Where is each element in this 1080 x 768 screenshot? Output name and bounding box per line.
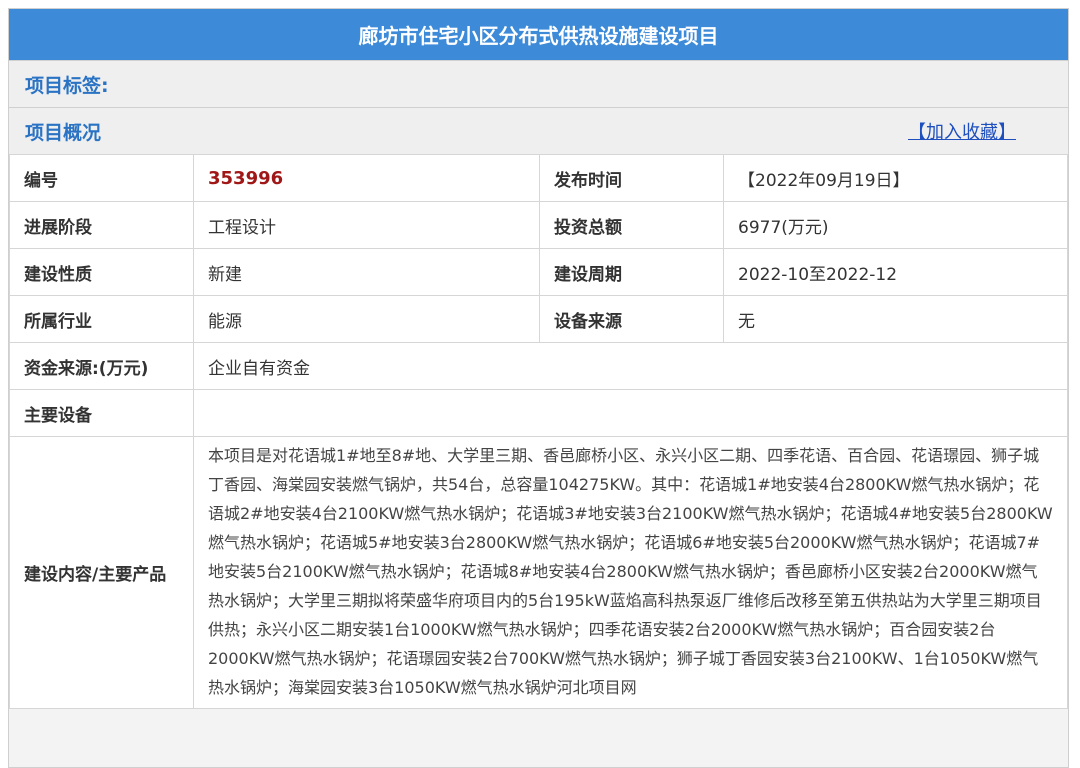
equipment-source-label: 设备来源 bbox=[539, 295, 724, 343]
table-row: 建设内容/主要产品 本项目是对花语城1#地至8#地、大学里三期、香邑廊桥小区、永… bbox=[9, 436, 1068, 709]
page-title: 廊坊市住宅小区分布式供热设施建设项目 bbox=[9, 9, 1068, 60]
project-tags-label: 项目标签: bbox=[25, 74, 109, 97]
table-row: 建设性质 新建 建设周期 2022-10至2022-12 bbox=[9, 248, 1068, 296]
add-favorite-link[interactable]: 【加入收藏】 bbox=[908, 118, 1016, 144]
number-value: 353996 bbox=[193, 154, 540, 202]
period-label: 建设周期 bbox=[539, 248, 724, 296]
table-row: 资金来源:(万元) 企业自有资金 bbox=[9, 342, 1068, 390]
stage-label: 进展阶段 bbox=[9, 201, 194, 249]
investment-value: 6977(万元) bbox=[723, 201, 1068, 249]
industry-value: 能源 bbox=[193, 295, 540, 343]
fund-source-label: 资金来源:(万元) bbox=[9, 342, 194, 390]
main-equipment-label: 主要设备 bbox=[9, 389, 194, 437]
table-row: 主要设备 bbox=[9, 389, 1068, 437]
nature-value: 新建 bbox=[193, 248, 540, 296]
publish-time-label: 发布时间 bbox=[539, 154, 724, 202]
main-equipment-value bbox=[193, 389, 1068, 437]
equipment-source-value: 无 bbox=[723, 295, 1068, 343]
publish-time-value: 【2022年09月19日】 bbox=[723, 154, 1068, 202]
table-row: 编号 353996 发布时间 【2022年09月19日】 bbox=[9, 154, 1068, 202]
project-panel: 廊坊市住宅小区分布式供热设施建设项目 项目标签: 项目概况 【加入收藏】 编号 … bbox=[8, 8, 1069, 768]
project-info-table: 编号 353996 发布时间 【2022年09月19日】 进展阶段 工程设计 投… bbox=[9, 154, 1068, 709]
content-value: 本项目是对花语城1#地至8#地、大学里三期、香邑廊桥小区、永兴小区二期、四季花语… bbox=[193, 436, 1068, 709]
project-overview-row: 项目概况 【加入收藏】 bbox=[9, 107, 1068, 154]
stage-value: 工程设计 bbox=[193, 201, 540, 249]
project-overview-label: 项目概况 bbox=[25, 121, 102, 144]
content-label: 建设内容/主要产品 bbox=[9, 436, 194, 709]
fund-source-value: 企业自有资金 bbox=[193, 342, 1068, 390]
project-tags-row: 项目标签: bbox=[9, 60, 1068, 107]
nature-label: 建设性质 bbox=[9, 248, 194, 296]
investment-label: 投资总额 bbox=[539, 201, 724, 249]
table-row: 所属行业 能源 设备来源 无 bbox=[9, 295, 1068, 343]
table-row: 进展阶段 工程设计 投资总额 6977(万元) bbox=[9, 201, 1068, 249]
industry-label: 所属行业 bbox=[9, 295, 194, 343]
period-value: 2022-10至2022-12 bbox=[723, 248, 1068, 296]
number-label: 编号 bbox=[9, 154, 194, 202]
